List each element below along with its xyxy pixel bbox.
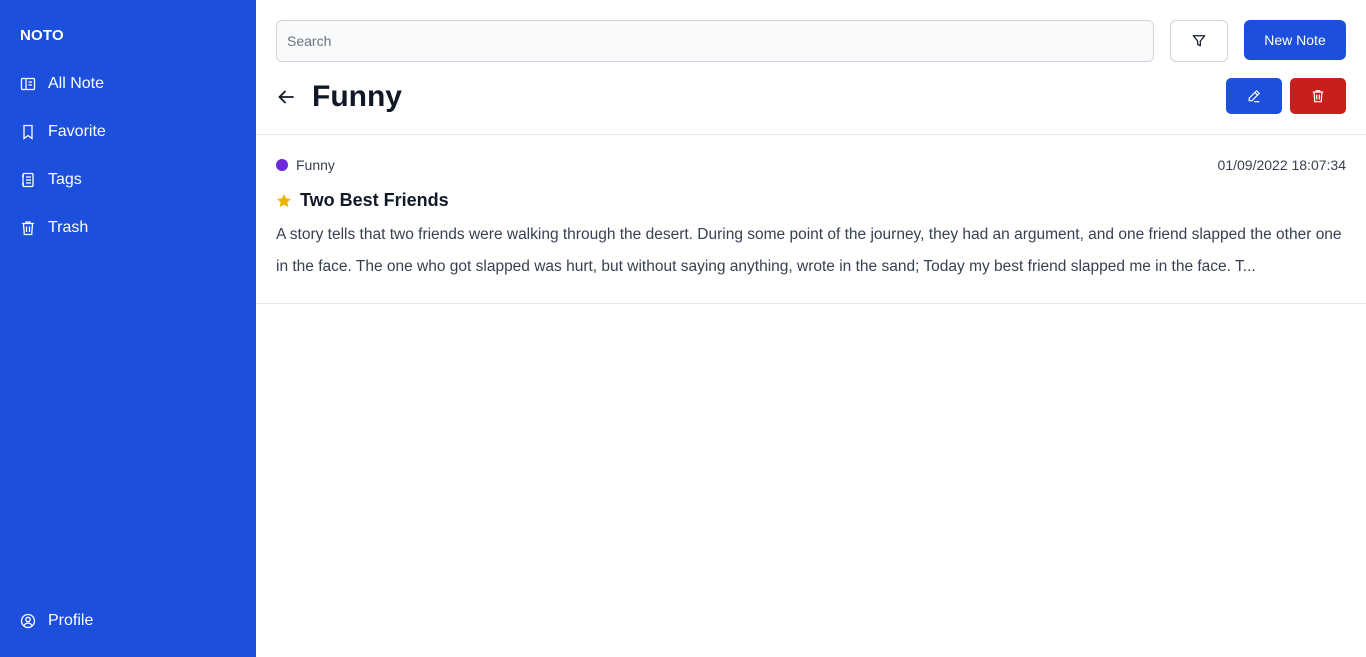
- note-timestamp: 01/09/2022 18:07:34: [1217, 157, 1346, 173]
- back-button[interactable]: [276, 87, 296, 107]
- sidebar-item-all-note[interactable]: All Note: [0, 66, 256, 102]
- divider: [256, 303, 1366, 304]
- new-note-button[interactable]: New Note: [1244, 20, 1346, 60]
- sidebar: NOTO All Note Favorite Tags Trash Profil…: [0, 0, 256, 657]
- sidebar-item-trash[interactable]: Trash: [0, 210, 256, 246]
- app-logo: NOTO: [20, 27, 64, 44]
- sidebar-item-label: Tags: [48, 171, 82, 188]
- tag-label: Funny: [296, 157, 335, 173]
- pencil-icon: [1247, 89, 1261, 103]
- arrow-left-icon: [277, 88, 295, 106]
- note-excerpt: A story tells that two friends were walk…: [276, 226, 1342, 275]
- filter-icon: [1192, 34, 1206, 48]
- sidebar-item-favorite[interactable]: Favorite: [0, 114, 256, 150]
- delete-button[interactable]: [1290, 78, 1346, 114]
- star-icon[interactable]: [276, 193, 292, 209]
- tag-list-icon: [20, 172, 36, 188]
- filter-button[interactable]: [1170, 20, 1228, 62]
- tag-color-dot: [276, 159, 288, 171]
- note-card[interactable]: Funny 01/09/2022 18:07:34 Two Best Frien…: [256, 135, 1366, 303]
- search-input[interactable]: [276, 20, 1154, 62]
- sidebar-item-label: All Note: [48, 75, 105, 92]
- trash-icon: [20, 220, 36, 236]
- note-tag[interactable]: Funny: [276, 157, 335, 173]
- note-title-row: Two Best Friends: [276, 190, 449, 211]
- note-title: Two Best Friends: [300, 190, 449, 210]
- trash-icon: [1311, 89, 1325, 103]
- user-circle-icon: [20, 613, 36, 629]
- book-icon: [20, 76, 36, 92]
- sidebar-item-label: Profile: [48, 612, 94, 629]
- sidebar-item-label: Trash: [48, 219, 89, 236]
- bookmark-icon: [20, 124, 36, 140]
- sidebar-item-profile[interactable]: Profile: [0, 603, 256, 639]
- edit-button[interactable]: [1226, 78, 1282, 114]
- main-content: New Note Funny: [256, 0, 1366, 657]
- page-title: Funny: [312, 80, 402, 113]
- sidebar-item-tags[interactable]: Tags: [0, 162, 256, 198]
- sidebar-item-label: Favorite: [48, 123, 106, 140]
